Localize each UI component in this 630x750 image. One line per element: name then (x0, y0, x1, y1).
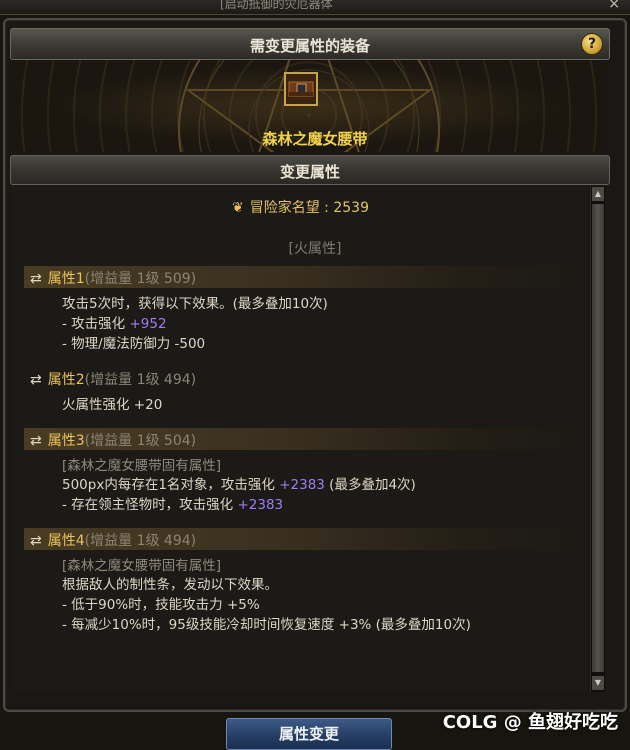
attribute-line: - 物理/魔法防御力 -500 (62, 336, 206, 352)
scroll-thumb[interactable] (592, 204, 604, 672)
attribute-line: 攻击5次时，获得以下效果。(最多叠加10次) (62, 296, 328, 312)
attribute-value: +2383 (237, 497, 284, 513)
shuffle-icon: ⇄ (30, 271, 42, 287)
attribute-level: (增益量 1级 494) (84, 372, 197, 388)
fame-emblem-icon: ❦ (232, 200, 244, 216)
attribute-line: - 攻击强化 +952 (62, 312, 167, 332)
scroll-up-icon[interactable]: ▲ (592, 187, 604, 201)
attribute-value: +952 (129, 316, 167, 332)
equipment-header-title: 需变更属性的装备 (249, 37, 370, 55)
attribute-line: - 每减少10%时，95级技能冷却时间恢复速度 +3% (最多叠加10次) (62, 617, 471, 633)
shuffle-icon: ⇄ (30, 433, 42, 449)
attribute-line-text: 500px内每存在1名对象，攻击强化 (62, 477, 280, 493)
belt-item-icon[interactable] (284, 72, 318, 106)
attribute-name: 属性3 (47, 433, 85, 449)
scrollbar[interactable]: ▲ ▼ (590, 186, 605, 692)
attribute-name: 属性2 (47, 372, 85, 388)
watermark: COLG @ 鱼翅好吃吃 (442, 712, 618, 733)
attribute-line: 500px内每存在1名对象，攻击强化 +2383 (最多叠加4次) (62, 473, 416, 493)
attribute-level: (增益量 1级 504) (84, 433, 197, 449)
attribute-line: - 存在领主怪物时，攻击强化 +2383 (62, 493, 283, 513)
window-title: [启动抵御的灾厄器体 (220, 0, 333, 11)
attribute-3-header: ⇄ 属性3(增益量 1级 504) (30, 430, 196, 450)
change-attribute-section-header: 变更属性 (10, 155, 610, 185)
element-label: [火属性] (288, 241, 342, 257)
attribute-line-text: - 攻击强化 (62, 316, 130, 332)
attribute-name: 属性1 (47, 271, 85, 287)
attribute-name: 属性4 (47, 533, 85, 549)
shuffle-icon: ⇄ (30, 372, 42, 388)
belt-icon (288, 81, 314, 97)
attribute-line: 根据敌人的制性条，发动以下效果。 (62, 577, 278, 593)
attribute-level: (增益量 1级 509) (84, 271, 197, 287)
attribute-level: (增益量 1级 494) (84, 533, 197, 549)
attribute-line: [森林之魔女腰带固有属性] (62, 558, 222, 574)
attribute-line: [森林之魔女腰带固有属性] (62, 458, 222, 474)
equipment-header: 需变更属性的装备 ? (10, 28, 610, 60)
window-title-strip: [启动抵御的灾厄器体 × (0, 0, 630, 15)
help-icon[interactable]: ? (581, 33, 603, 55)
attribute-line: - 低于90%时，技能攻击力 +5% (62, 597, 260, 613)
attribute-line-text: - 存在领主怪物时，攻击强化 (62, 497, 238, 513)
section-title: 变更属性 (279, 163, 340, 181)
attribute-4-header: ⇄ 属性4(增益量 1级 494) (30, 530, 196, 550)
attribute-1-header: ⇄ 属性1(增益量 1级 509) (30, 268, 196, 288)
attribute-2-header: ⇄ 属性2(增益量 1级 494) (30, 369, 196, 389)
item-name: 森林之魔女腰带 (262, 130, 368, 148)
close-icon[interactable]: × (608, 0, 620, 12)
change-attribute-button[interactable]: 属性变更 (226, 718, 392, 750)
attribute-line: 火属性强化 +20 (62, 397, 163, 413)
adventurer-fame: ❦ 冒险家名望 : 2539 (232, 197, 369, 217)
attribute-value: +2383 (279, 477, 325, 493)
fame-label: 冒险家名望 : 2539 (249, 200, 369, 216)
attribute-line-suffix: (最多叠加4次) (324, 477, 416, 493)
scroll-down-icon[interactable]: ▼ (592, 676, 604, 690)
shuffle-icon: ⇄ (30, 533, 42, 549)
